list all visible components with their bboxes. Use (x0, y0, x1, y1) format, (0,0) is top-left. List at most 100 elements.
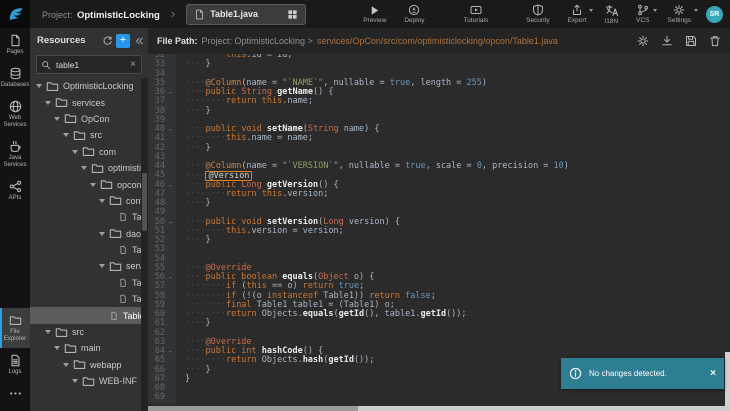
expand-arrow-icon[interactable] (54, 346, 60, 350)
add-resource-button[interactable]: + (116, 34, 130, 48)
code-line[interactable]: 53 (148, 245, 730, 254)
grid-view-icon[interactable] (287, 9, 298, 20)
code-text (176, 393, 185, 402)
toast-close-button[interactable]: × (710, 368, 716, 379)
tab-table1-java[interactable]: Table1.java (186, 4, 306, 25)
delete-file-button[interactable] (709, 35, 721, 47)
fold-gutter (168, 393, 176, 402)
more-icon (9, 387, 22, 400)
expand-arrow-icon[interactable] (90, 183, 96, 187)
tree-item[interactable]: com (30, 144, 141, 160)
expand-arrow-icon[interactable] (72, 379, 78, 383)
save-file-button[interactable] (685, 35, 697, 47)
rail-item-web-services[interactable]: Web Services (0, 94, 30, 134)
expand-arrow-icon[interactable] (72, 150, 78, 154)
rail-item-file-explorer[interactable]: File Explorer (0, 308, 30, 348)
user-avatar[interactable]: SR (706, 6, 723, 23)
editor-horizontal-scrollbar[interactable] (148, 406, 730, 411)
resources-scrollbar[interactable] (141, 78, 148, 411)
tree-item[interactable]: service (30, 258, 141, 274)
editor-hscrollbar-thumb[interactable] (148, 406, 358, 411)
tree-item[interactable]: opcon (30, 176, 141, 192)
fold-gutter (168, 356, 176, 365)
tree-item[interactable]: Table1 (30, 291, 141, 307)
download-file-button[interactable] (661, 35, 673, 47)
settings-button[interactable]: Settings (668, 4, 692, 24)
fold-gutter (168, 329, 176, 338)
tree-item[interactable]: Table1.java (30, 307, 141, 323)
code-line[interactable]: 42····} (148, 144, 730, 153)
code-line[interactable]: 60········return Objects.equals(getId(),… (148, 310, 730, 319)
expand-arrow-icon[interactable] (99, 264, 105, 268)
expand-arrow-icon[interactable] (63, 133, 69, 137)
rail-item-logs[interactable]: Logs (0, 348, 30, 381)
code-line[interactable]: 44····@Column(name = "`VERSION`", nullab… (148, 162, 730, 171)
expand-arrow-icon[interactable] (45, 101, 51, 105)
editor-vertical-scrollbar[interactable] (725, 352, 730, 411)
tree-item[interactable]: WEB-INF (30, 373, 141, 389)
preview-button[interactable]: Preview (363, 5, 386, 24)
vcs-button[interactable]: VCS (636, 4, 649, 24)
code-line[interactable]: 47········return this.version; (148, 190, 730, 199)
code-line[interactable]: 33····} (148, 60, 730, 69)
code-line[interactable]: 48····} (148, 199, 730, 208)
fold-marker-icon[interactable]: - (168, 273, 176, 282)
expand-arrow-icon[interactable] (99, 199, 105, 203)
tree-item[interactable]: OpCon (30, 111, 141, 127)
chevron-down-icon (653, 9, 657, 12)
fold-marker-icon[interactable]: - (168, 125, 176, 134)
fold-marker-icon[interactable]: - (168, 218, 176, 227)
code-line[interactable]: 61····} (148, 319, 730, 328)
rail-item-pages[interactable]: Pages (0, 28, 30, 61)
globe-icon (9, 100, 22, 113)
info-icon (569, 367, 582, 380)
fold-marker-icon[interactable]: - (168, 88, 176, 97)
deploy-button[interactable]: Deploy (404, 4, 424, 24)
app-logo[interactable] (0, 0, 30, 28)
rail-item-more[interactable] (0, 381, 30, 407)
export-button[interactable]: Export (568, 4, 587, 24)
tree-item[interactable]: src (30, 127, 141, 143)
tree-item[interactable]: controller (30, 193, 141, 209)
code-line[interactable]: 38····} (148, 107, 730, 116)
folder-icon (55, 96, 68, 109)
resources-header: Resources + (30, 28, 148, 53)
expand-arrow-icon[interactable] (45, 330, 51, 334)
tutorials-button[interactable]: Tutorials (464, 4, 489, 24)
search-input[interactable] (54, 59, 129, 71)
tree-item[interactable]: dao (30, 226, 141, 242)
fold-marker-icon[interactable]: - (168, 347, 176, 356)
tree-item[interactable]: src (30, 324, 141, 340)
tree-item[interactable]: OptimisticLocking (30, 78, 141, 94)
code-line[interactable]: 51········this.version = version; (148, 227, 730, 236)
code-line[interactable]: 41········this.name = name; (148, 134, 730, 143)
security-button[interactable]: Security (526, 4, 549, 24)
folder-icon (82, 145, 95, 158)
code-line[interactable]: 69 (148, 393, 730, 402)
rail-item-java-services[interactable]: Java Services (0, 134, 30, 174)
tree-item[interactable]: webapp (30, 357, 141, 373)
collapse-panel-icon[interactable] (134, 36, 144, 46)
code-line[interactable]: 37········return this.name; (148, 97, 730, 106)
expand-arrow-icon[interactable] (36, 84, 42, 88)
fold-marker-icon[interactable]: - (168, 181, 176, 190)
expand-arrow-icon[interactable] (54, 117, 60, 121)
expand-arrow-icon[interactable] (63, 363, 69, 367)
tree-item[interactable]: optimisticlocking (30, 160, 141, 176)
resources-scrollbar-thumb[interactable] (142, 173, 147, 231)
expand-arrow-icon[interactable] (81, 166, 87, 170)
tree-item[interactable]: services (30, 94, 141, 110)
code-text (176, 153, 185, 162)
editor-settings-button[interactable] (637, 35, 649, 47)
tree-item[interactable]: Table1 (30, 242, 141, 258)
tree-item[interactable]: Table1 (30, 275, 141, 291)
i18n-button[interactable]: I18N (604, 4, 618, 25)
refresh-icon[interactable] (102, 35, 113, 46)
expand-arrow-icon[interactable] (99, 232, 105, 236)
code-line[interactable]: 52····} (148, 236, 730, 245)
tree-item[interactable]: Table1 (30, 209, 141, 225)
rail-item-databases[interactable]: Databases (0, 61, 30, 94)
clear-search-icon[interactable]: × (129, 59, 137, 70)
tree-item[interactable]: main (30, 340, 141, 356)
rail-item-apis[interactable]: APIs (0, 174, 30, 207)
